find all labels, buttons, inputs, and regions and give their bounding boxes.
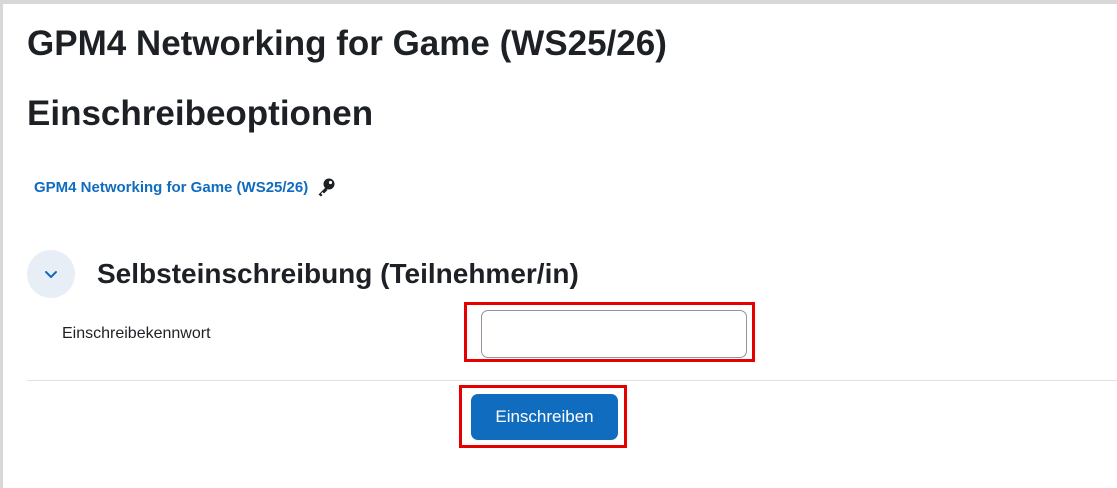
- page-heading: Einschreibeoptionen: [27, 94, 374, 133]
- enrolment-key-label: Einschreibekennwort: [62, 325, 211, 342]
- collapse-section-button[interactable]: [27, 250, 75, 298]
- enrolment-key-input[interactable]: [481, 310, 747, 358]
- form-divider: [27, 380, 1117, 381]
- self-enrolment-section-header: Selbsteinschreibung (Teilnehmer/in): [27, 250, 579, 298]
- course-link-row: GPM4 Networking for Game (WS25/26): [34, 174, 336, 200]
- key-icon: [316, 177, 336, 197]
- course-link[interactable]: GPM4 Networking for Game (WS25/26): [34, 179, 308, 196]
- chevron-down-icon: [45, 271, 57, 278]
- section-title: Selbsteinschreibung (Teilnehmer/in): [97, 258, 579, 289]
- course-title: GPM4 Networking for Game (WS25/26): [27, 24, 667, 63]
- enrol-button[interactable]: Einschreiben: [471, 394, 618, 440]
